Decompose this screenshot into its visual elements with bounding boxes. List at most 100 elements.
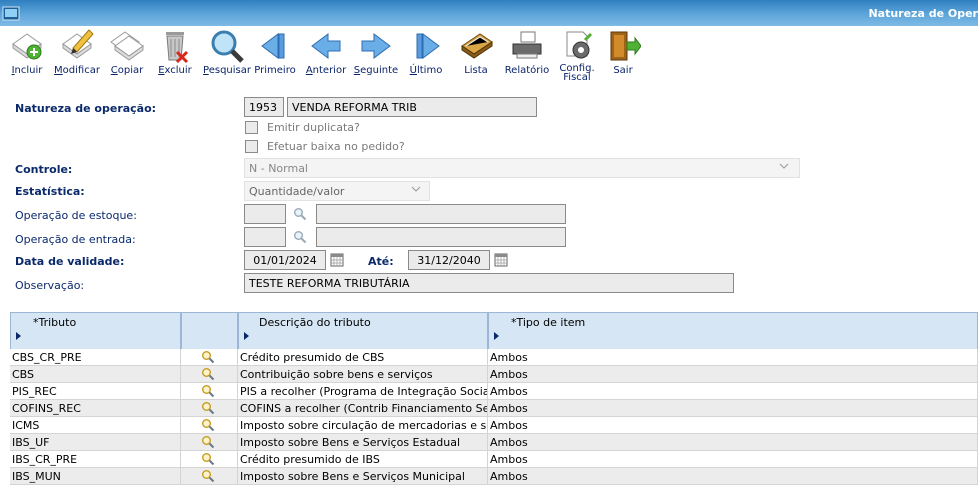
search-button[interactable]: Pesquisar: [202, 26, 252, 88]
exit-icon: [610, 31, 641, 61]
config-fiscal-icon: [566, 31, 593, 59]
report-icon: [512, 31, 542, 59]
column-header-descricao[interactable]: Descrição do tributo: [238, 312, 488, 350]
table-row[interactable]: CBS_CR_PRE Crédito presumido de CBS Ambos: [10, 349, 978, 366]
column-header-tributo-label: *Tributo: [33, 316, 77, 329]
table-row[interactable]: COFINS_REC COFINS a recolher (Contrib Fin…: [10, 400, 978, 417]
descricao-cell[interactable]: COFINS a recolher (Contrib Financiamento…: [238, 400, 488, 417]
descricao-cell[interactable]: Contribuição sobre bens e serviços: [238, 366, 488, 383]
add-button[interactable]: Incluir: [2, 26, 52, 88]
copy-icon: [110, 31, 144, 61]
tributo-cell[interactable]: CBS: [10, 366, 181, 383]
tributo-cell[interactable]: ICMS: [10, 417, 181, 434]
table-row[interactable]: ICMS Imposto sobre circulação de mercador…: [10, 417, 978, 434]
search-icon[interactable]: [201, 435, 215, 449]
column-header-tipo[interactable]: *Tipo de item: [488, 312, 978, 350]
config-fiscal-button[interactable]: Config. Fiscal: [552, 26, 602, 88]
operacao-entrada-code-field[interactable]: [244, 227, 286, 247]
controle-select[interactable]: N - Normal: [244, 158, 800, 178]
table-row[interactable]: IBS_UF Imposto sobre Bens e Serviços Esta…: [10, 434, 978, 451]
search-icon[interactable]: [201, 418, 215, 432]
lookup-cell: [181, 383, 238, 400]
efetuar-baixa-checkbox[interactable]: [245, 140, 258, 153]
lookup-cell: [181, 468, 238, 485]
column-header-descricao-label: Descrição do tributo: [259, 316, 371, 329]
column-marker-icon: [494, 332, 499, 340]
descricao-cell[interactable]: Imposto sobre Bens e Serviços Estadual: [238, 434, 488, 451]
edit-button[interactable]: Modificar: [52, 26, 102, 88]
search-icon[interactable]: [201, 469, 215, 483]
tributo-cell[interactable]: IBS_UF: [10, 434, 181, 451]
search-icon[interactable]: [201, 452, 215, 466]
delete-icon: [166, 32, 189, 64]
ate-label: Até:: [368, 255, 394, 268]
tipo-item-cell[interactable]: Ambos: [488, 468, 978, 485]
operacao-estoque-description-field[interactable]: [316, 204, 566, 224]
operacao-estoque-code-field[interactable]: [244, 204, 286, 224]
list-button[interactable]: Lista: [451, 26, 501, 88]
emitir-duplicata-checkbox[interactable]: [245, 121, 258, 134]
title-bar: Natureza de Oper: [0, 0, 978, 26]
add-icon: [12, 33, 42, 60]
tipo-item-cell[interactable]: Ambos: [488, 400, 978, 417]
efetuar-baixa-label: Efetuar baixa no pedido?: [267, 140, 405, 153]
search-icon[interactable]: [293, 207, 307, 221]
tipo-item-cell[interactable]: Ambos: [488, 451, 978, 468]
last-button[interactable]: Último: [401, 26, 451, 88]
data-validade-label: Data de validade:: [15, 255, 125, 268]
tipo-item-cell[interactable]: Ambos: [488, 417, 978, 434]
table-row[interactable]: PIS_REC PIS a recolher (Programa de Integ…: [10, 383, 978, 400]
column-header-tributo[interactable]: *Tributo: [10, 312, 181, 350]
descricao-cell[interactable]: Crédito presumido de CBS: [238, 349, 488, 366]
column-header-lookup[interactable]: [181, 312, 238, 350]
tipo-item-cell[interactable]: Ambos: [488, 434, 978, 451]
operacao-entrada-label: Operação de entrada:: [15, 233, 136, 246]
column-header-tipo-label: *Tipo de item: [511, 316, 586, 329]
tributo-cell[interactable]: COFINS_REC: [10, 400, 181, 417]
tributo-cell[interactable]: PIS_REC: [10, 383, 181, 400]
next-button[interactable]: Seguinte: [351, 26, 401, 88]
search-icon[interactable]: [201, 350, 215, 364]
tipo-item-cell[interactable]: Ambos: [488, 366, 978, 383]
copy-button[interactable]: Copiar: [102, 26, 152, 88]
descricao-cell[interactable]: Imposto sobre Bens e Serviços Municipal: [238, 468, 488, 485]
lookup-cell: [181, 451, 238, 468]
data-validade-to-field[interactable]: 31/12/2040: [408, 250, 490, 270]
natureza-code-field[interactable]: 1953: [244, 97, 284, 117]
natureza-description-field[interactable]: VENDA REFORMA TRIB: [287, 97, 537, 117]
search-icon[interactable]: [201, 401, 215, 415]
emitir-duplicata-label: Emitir duplicata?: [267, 121, 360, 134]
tipo-item-cell[interactable]: Ambos: [488, 383, 978, 400]
exit-button[interactable]: Sair: [598, 26, 648, 88]
search-icon[interactable]: [201, 367, 215, 381]
calendar-icon[interactable]: [330, 253, 344, 267]
estatistica-select[interactable]: Quantidade/valor: [244, 181, 430, 201]
descricao-cell[interactable]: Crédito presumido de IBS: [238, 451, 488, 468]
previous-button[interactable]: Anterior: [301, 26, 351, 88]
first-button[interactable]: Primeiro: [250, 26, 300, 88]
table-row[interactable]: IBS_CR_PRE Crédito presumido de IBS Ambos: [10, 451, 978, 468]
tributo-cell[interactable]: IBS_MUN: [10, 468, 181, 485]
observacao-field[interactable]: TESTE REFORMA TRIBUTÁRIA: [244, 273, 734, 293]
lookup-cell: [181, 434, 238, 451]
tipo-item-cell[interactable]: Ambos: [488, 349, 978, 366]
lookup-cell: [181, 349, 238, 366]
descricao-cell[interactable]: Imposto sobre circulação de mercadorias …: [238, 417, 488, 434]
search-icon[interactable]: [201, 384, 215, 398]
operacao-estoque-label: Operação de estoque:: [15, 209, 137, 222]
report-button[interactable]: Relatório: [502, 26, 552, 88]
tributo-cell[interactable]: CBS_CR_PRE: [10, 349, 181, 366]
calendar-icon[interactable]: [494, 253, 508, 267]
search-icon[interactable]: [293, 230, 307, 244]
next-icon: [361, 33, 391, 59]
tributo-cell[interactable]: IBS_CR_PRE: [10, 451, 181, 468]
delete-button[interactable]: Excluir: [150, 26, 200, 88]
estatistica-label: Estatística:: [15, 185, 85, 198]
table-row[interactable]: CBS Contribuição sobre bens e serviços Amb…: [10, 366, 978, 383]
controle-value: N - Normal: [249, 162, 308, 175]
column-marker-icon: [16, 332, 21, 340]
operacao-entrada-description-field[interactable]: [316, 227, 566, 247]
data-validade-from-field[interactable]: 01/01/2024: [244, 250, 326, 270]
table-row[interactable]: IBS_MUN Imposto sobre Bens e Serviços Mun…: [10, 468, 978, 485]
descricao-cell[interactable]: PIS a recolher (Programa de Integração S…: [238, 383, 488, 400]
